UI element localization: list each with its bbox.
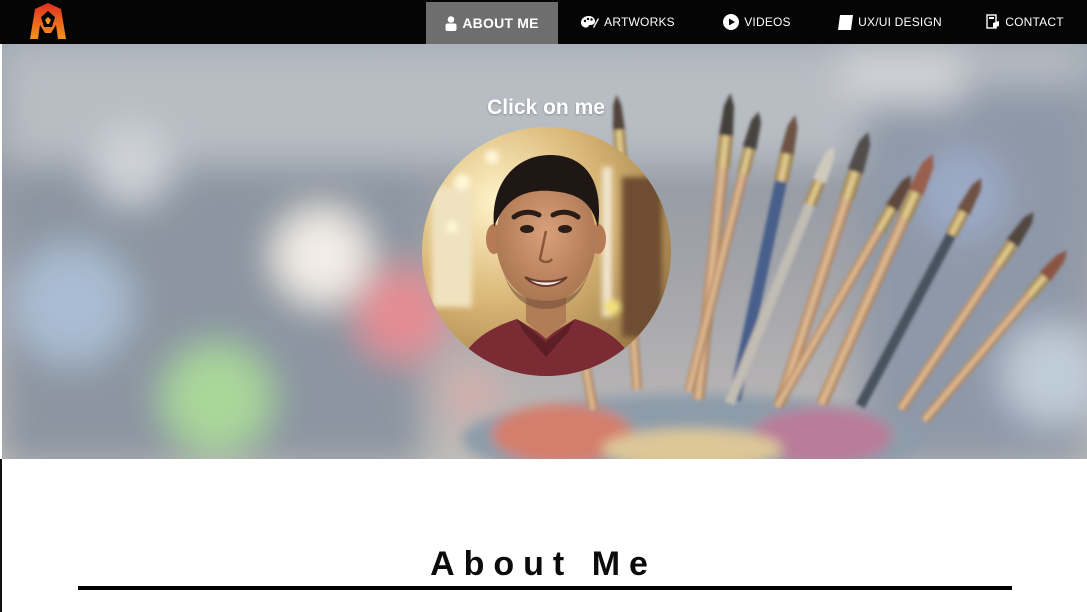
about-me-heading: About Me: [430, 545, 657, 583]
nav-item-videos[interactable]: VIDEOS: [722, 0, 792, 44]
nav-label-videos: VIDEOS: [744, 15, 791, 29]
profile-avatar[interactable]: [422, 127, 671, 376]
contact-icon: [986, 14, 1000, 30]
page-icon: [838, 14, 854, 30]
person-icon: [445, 15, 457, 31]
site-logo[interactable]: [26, 3, 70, 41]
nav-item-artworks[interactable]: ARTWORKS: [581, 0, 675, 44]
nav-item-about-me[interactable]: ABOUT ME: [426, 2, 558, 44]
heading-underline-divider: [78, 586, 1012, 590]
click-on-me-caption: Click on me: [487, 96, 605, 119]
profile-photo: [422, 127, 671, 376]
top-navbar: ABOUT ME ARTWORKS VIDEOS UX/UI DESIGN CO…: [0, 0, 1087, 44]
play-icon: [723, 14, 740, 30]
nav-label-artworks: ARTWORKS: [604, 15, 675, 29]
palette-icon: [581, 15, 600, 29]
nav-item-ux-ui-design[interactable]: UX/UI DESIGN: [838, 0, 942, 44]
nav-label-about-me: ABOUT ME: [462, 15, 539, 31]
nav-label-contact: CONTACT: [1005, 15, 1064, 29]
nav-item-contact[interactable]: CONTACT: [986, 0, 1064, 44]
section-left-border: [0, 459, 2, 612]
nav-label-ux-ui-design: UX/UI DESIGN: [858, 15, 942, 29]
hero-banner: Click on me: [2, 44, 1087, 459]
